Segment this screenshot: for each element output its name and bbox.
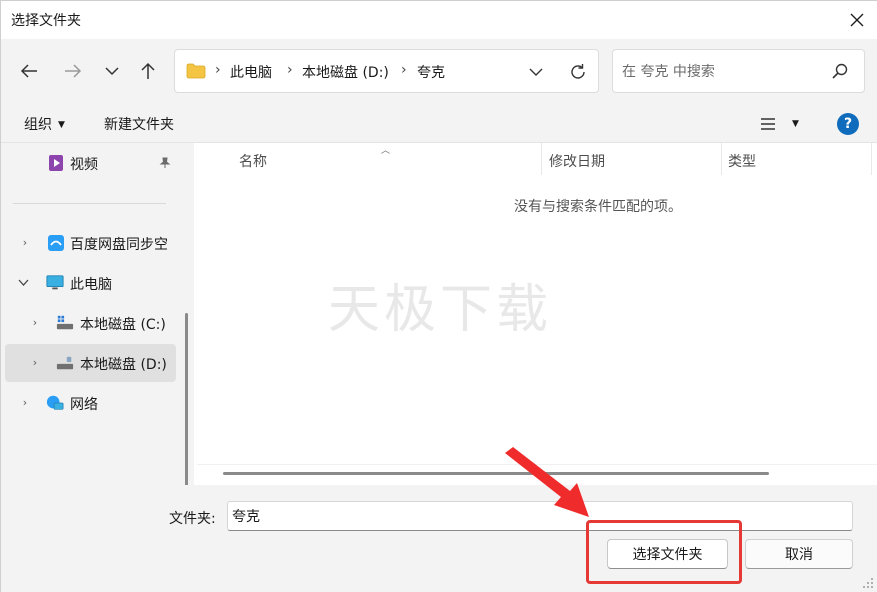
address-history-button[interactable] [526, 62, 546, 82]
sidebar-item-label: 网络 [70, 397, 98, 413]
search-input[interactable] [622, 61, 822, 83]
forward-button[interactable] [59, 57, 87, 85]
folder-label: 文件夹: [169, 511, 216, 527]
select-folder-dialog: 选择文件夹 › 此电脑 › 本地磁盘 (D:) › 夸克 在 夸克 中搜索 组织… [0, 0, 877, 592]
caret-down-icon: ▼ [792, 119, 799, 129]
navigation-bar: › 此电脑 › 本地磁盘 (D:) › 夸克 [1, 39, 877, 103]
select-folder-button[interactable]: 选择文件夹 [607, 539, 728, 569]
organize-label: 组织 [24, 117, 52, 133]
close-button[interactable] [842, 5, 872, 35]
empty-message: 没有与搜索条件匹配的项。 [514, 199, 682, 215]
sidebar-item-label: 视频 [70, 157, 98, 173]
sidebar-item-label: 本地磁盘 (D:) [80, 357, 167, 373]
sidebar-item-baidu-netdisk[interactable]: › 百度网盘同步空 [5, 224, 176, 262]
sidebar-item-label: 百度网盘同步空 [70, 237, 168, 253]
sidebar-item-label: 本地磁盘 (C:) [80, 317, 166, 333]
chevron-down-icon[interactable] [18, 279, 29, 287]
navigation-pane: 视频 › 百度网盘同步空 此电脑 › 本地磁盘 (C:) › 本地磁盘 (D:)… [1, 143, 194, 592]
list-view-icon [761, 118, 775, 130]
sidebar-item-network[interactable]: › 网络 [5, 384, 176, 422]
breadcrumb-separator: › [401, 62, 407, 78]
column-header-name[interactable]: 名称 [239, 151, 267, 171]
divider [13, 203, 166, 204]
drive-c-icon [56, 315, 74, 330]
chevron-down-icon [105, 67, 119, 76]
organize-menu[interactable]: 组织 ▼ [24, 114, 65, 134]
caret-down-icon: ▼ [58, 120, 65, 130]
divider [197, 464, 877, 465]
window-title: 选择文件夹 [11, 13, 81, 29]
watermark: 天极下载 [328, 280, 553, 340]
arrow-left-icon [20, 64, 37, 78]
address-bar[interactable]: › 此电脑 › 本地磁盘 (D:) › 夸克 [174, 49, 599, 93]
title-bar: 选择文件夹 [1, 1, 877, 39]
arrow-up-icon [141, 62, 155, 79]
chevron-right-icon[interactable]: › [19, 396, 31, 409]
drive-d-icon [56, 356, 74, 370]
chevron-right-icon[interactable]: › [29, 356, 41, 369]
search-icon [832, 63, 848, 79]
column-header-date-modified[interactable]: 修改日期 [549, 151, 605, 171]
video-folder-icon [49, 155, 63, 171]
horizontal-scrollbar[interactable] [223, 472, 769, 475]
breadcrumb-separator: › [287, 62, 293, 78]
chevron-right-icon[interactable]: › [29, 316, 41, 329]
folder-icon [186, 63, 206, 79]
arrow-right-icon [65, 64, 82, 78]
folder-name-input[interactable] [227, 501, 853, 531]
sidebar-item-videos[interactable]: 视频 [5, 144, 176, 182]
baidu-netdisk-icon [48, 235, 64, 251]
cancel-button[interactable]: 取消 [745, 539, 853, 569]
pin-icon [159, 157, 171, 168]
refresh-button[interactable] [567, 61, 589, 83]
sidebar-item-this-pc[interactable]: 此电脑 [5, 264, 176, 302]
recent-locations-button[interactable] [98, 57, 126, 85]
back-button[interactable] [15, 57, 43, 85]
close-icon [850, 13, 864, 27]
chevron-down-icon [529, 68, 543, 76]
sidebar-item-drive-c[interactable]: › 本地磁盘 (C:) [5, 304, 176, 342]
column-header-type[interactable]: 类型 [728, 151, 756, 171]
breadcrumb-quark[interactable]: 夸克 [417, 62, 445, 82]
help-button[interactable]: ? [837, 113, 859, 135]
new-folder-button[interactable]: 新建文件夹 [104, 114, 174, 134]
network-icon [46, 395, 64, 410]
chevron-right-icon[interactable]: › [19, 236, 31, 249]
breadcrumb-drive-d[interactable]: 本地磁盘 (D:) [302, 62, 389, 82]
sidebar-item-label: 此电脑 [70, 277, 112, 293]
search-box[interactable] [612, 49, 865, 93]
file-list: ︿ 名称 修改日期 类型 没有与搜索条件匹配的项。 天极下载 [197, 143, 877, 485]
view-options-button[interactable]: ▼ [760, 113, 808, 135]
computer-icon [46, 275, 64, 290]
column-separator[interactable] [541, 143, 542, 175]
sort-ascending-icon: ︿ [381, 146, 391, 156]
footer-panel: 文件夹: 选择文件夹 取消 [1, 485, 877, 592]
refresh-icon [571, 64, 585, 79]
resize-grip-icon[interactable] [862, 577, 874, 589]
command-bar: 组织 ▼ 新建文件夹 ▼ ? [1, 103, 877, 143]
sidebar-item-drive-d[interactable]: › 本地磁盘 (D:) [5, 344, 176, 382]
column-separator[interactable] [871, 143, 872, 175]
column-separator[interactable] [721, 143, 722, 175]
breadcrumb-separator: › [215, 62, 221, 78]
breadcrumb-this-pc[interactable]: 此电脑 [230, 62, 272, 82]
up-button[interactable] [134, 57, 162, 85]
